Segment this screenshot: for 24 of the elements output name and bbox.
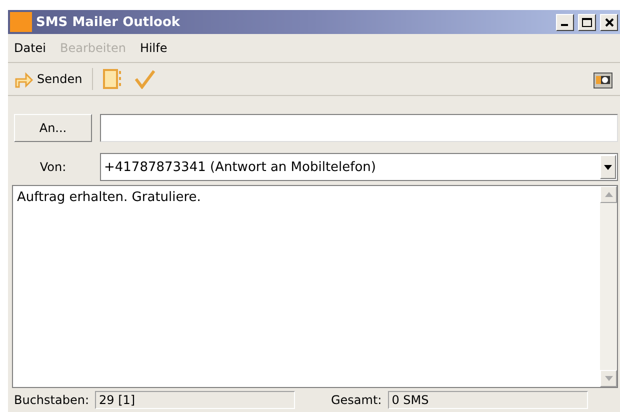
from-label: Von: [38,160,68,174]
to-button[interactable]: An... [14,114,92,142]
status-label: Buchstaben: [14,393,89,407]
down-triangle-icon [604,164,612,170]
sender-dropdown[interactable]: +41787873341 (Antwort an Mobiltelefon) [100,153,618,181]
minimize-button[interactable] [556,14,574,30]
logo-icon [10,12,32,32]
status-value: 29 [1] [95,391,295,409]
window-title: SMS Mailer Outlook [36,14,182,30]
close-button[interactable] [600,14,618,30]
dropdown-button[interactable] [600,155,616,179]
close-icon [604,18,614,26]
send-button[interactable]: Senden [12,68,84,90]
status-value: 0 SMS [388,391,588,409]
checkmark-icon [135,69,156,89]
menu-item[interactable]: Hilfe [140,41,168,55]
arrow-icon [14,70,34,88]
maximize-button[interactable] [578,14,596,30]
check-button[interactable] [133,67,158,91]
maximize-icon [582,18,592,26]
recipient-field[interactable] [100,114,618,142]
notepad-icon [103,69,124,89]
status-label: Gesamt: [331,393,382,407]
menu-item[interactable]: Datei [14,41,46,55]
